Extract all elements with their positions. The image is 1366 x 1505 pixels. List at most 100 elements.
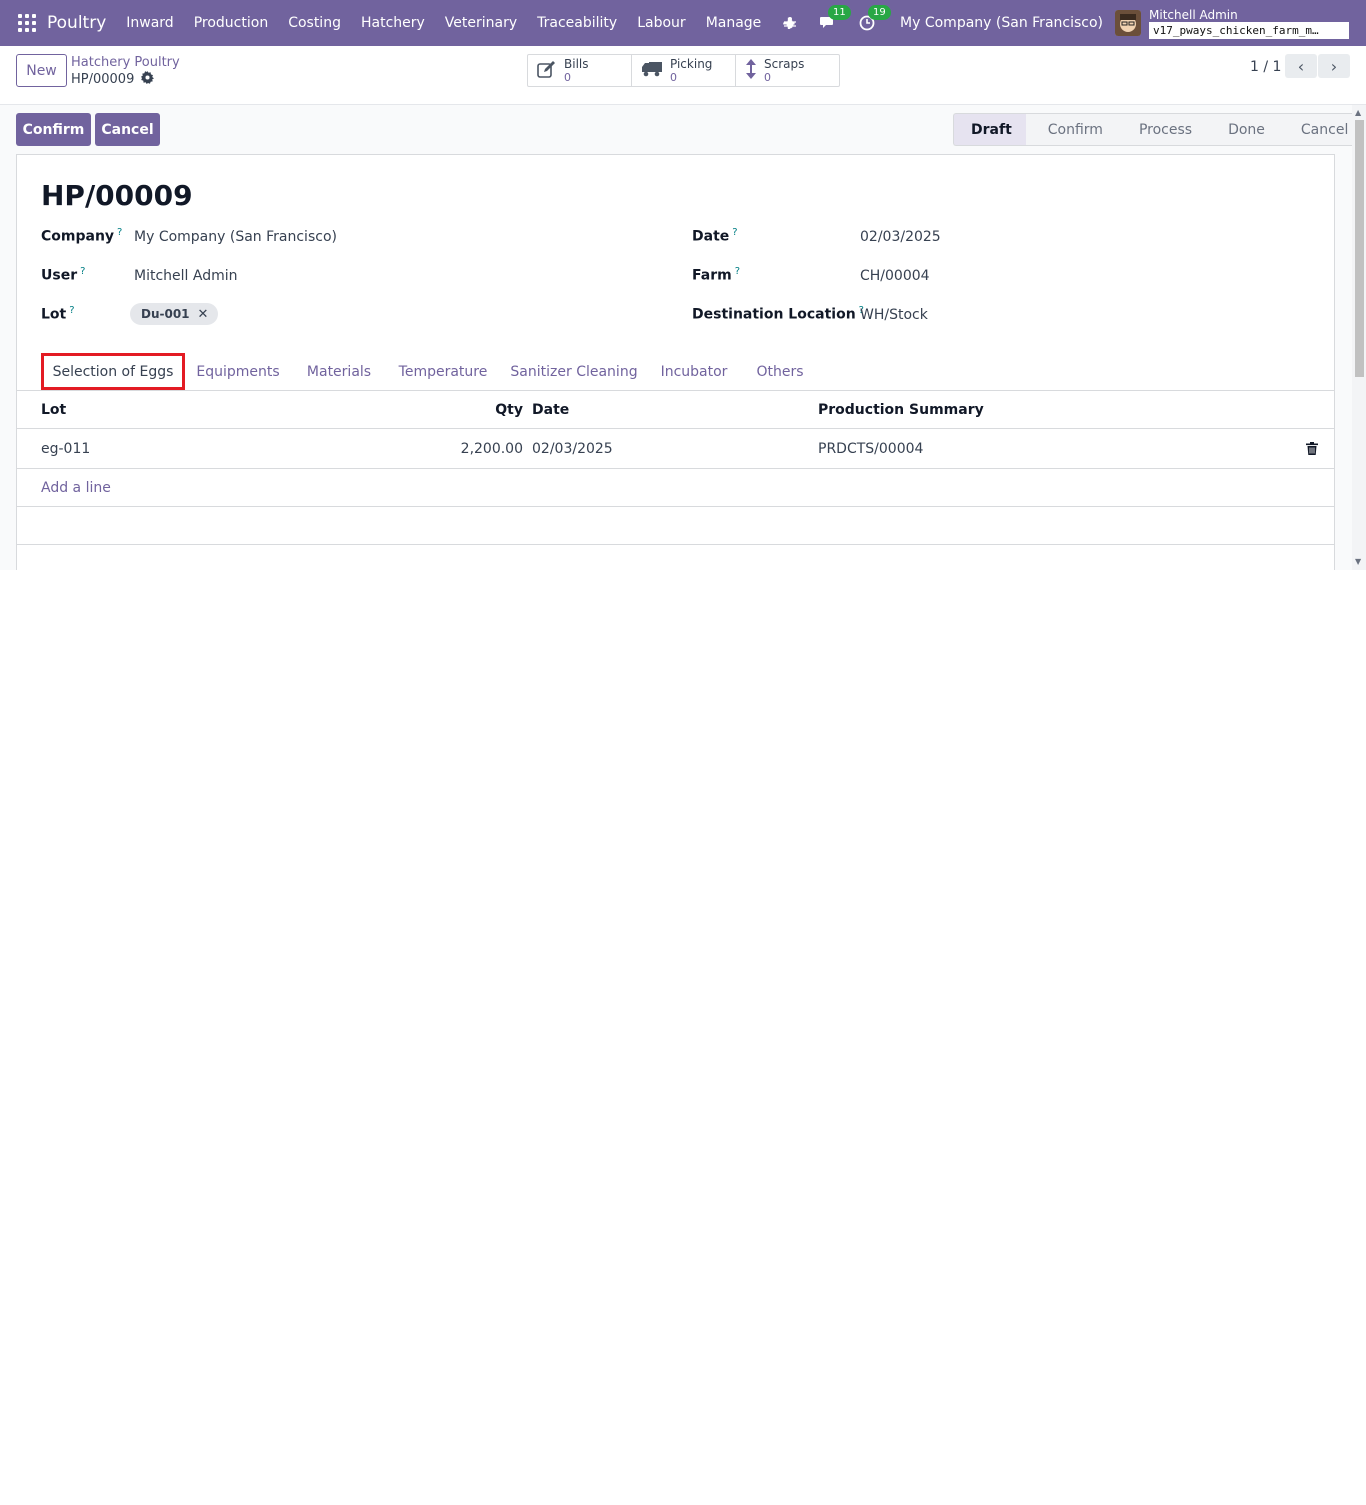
farm-label: Farm? (692, 266, 740, 284)
column-header-production-summary[interactable]: Production Summary (818, 391, 984, 428)
scraps-smart-button[interactable]: Scraps 0 (736, 55, 839, 86)
vertical-scrollbar[interactable]: ▲ ▼ (1352, 105, 1366, 570)
menu-production[interactable]: Production (184, 15, 278, 31)
status-bar: Draft Confirm Process Done Cancel (953, 113, 1366, 146)
status-process[interactable]: Process (1116, 113, 1207, 146)
cell-production-summary[interactable]: PRDCTS/00004 (818, 429, 923, 468)
smart-buttons: Bills 0 Picking 0 Scraps 0 (527, 54, 840, 87)
farm-field[interactable]: CH/00004 (860, 268, 930, 284)
arrows-vertical-icon (745, 58, 757, 83)
company-label: Company? (41, 227, 123, 245)
breadcrumb-current: HP/00009 (71, 71, 155, 88)
help-icon[interactable]: ? (117, 227, 122, 238)
menu-labour[interactable]: Labour (627, 15, 695, 31)
breadcrumb-hatchery-poultry[interactable]: Hatchery Poultry (71, 55, 180, 70)
bug-icon[interactable] (783, 16, 797, 30)
add-line-link[interactable]: Add a line (41, 480, 111, 496)
add-line-row: Add a line (17, 469, 1334, 507)
bills-count: 0 (564, 70, 571, 84)
control-panel: New Hatchery Poultry HP/00009 Bills 0 Pi… (0, 46, 1366, 105)
company-field[interactable]: My Company (San Francisco) (134, 229, 337, 245)
help-icon[interactable]: ? (735, 266, 740, 277)
date-label: Date? (692, 227, 738, 245)
new-button[interactable]: New (16, 54, 67, 87)
scraps-label: Scraps (764, 56, 805, 71)
cell-qty[interactable]: 2,200.00 (417, 429, 523, 468)
picking-smart-button[interactable]: Picking 0 (632, 55, 736, 86)
help-icon[interactable]: ? (69, 305, 74, 316)
lot-label: Lot? (41, 305, 75, 323)
tab-sanitizer-cleaning[interactable]: Sanitizer Cleaning (508, 353, 640, 390)
form-sheet: HP/00009 Company? My Company (San Franci… (16, 154, 1335, 570)
form-view: Confirm Cancel Draft Confirm Process Don… (0, 105, 1366, 570)
gear-icon[interactable] (141, 71, 155, 88)
tab-selection-of-eggs[interactable]: Selection of Eggs (41, 353, 185, 390)
bills-smart-button[interactable]: Bills 0 (528, 55, 632, 86)
menu-traceability[interactable]: Traceability (527, 15, 627, 31)
tab-incubator[interactable]: Incubator (657, 353, 731, 390)
navbar-systray: 11 19 My Company (San Francisco) Mitchel… (772, 0, 1366, 46)
help-icon[interactable]: ? (732, 227, 737, 238)
tab-temperature[interactable]: Temperature (395, 353, 491, 390)
pager-previous-button[interactable]: ‹ (1285, 54, 1317, 78)
destination-location-field[interactable]: WH/Stock (860, 307, 928, 323)
truck-icon (641, 61, 663, 81)
date-field[interactable]: 02/03/2025 (860, 229, 941, 245)
messages-icon[interactable]: 11 (819, 5, 851, 31)
tab-materials[interactable]: Materials (301, 353, 377, 390)
scroll-down-icon[interactable]: ▼ (1355, 557, 1361, 566)
cell-lot[interactable]: eg-011 (41, 429, 90, 468)
cell-date[interactable]: 02/03/2025 (532, 429, 613, 468)
database-name: v17_pways_chicken_farm_m… (1149, 21, 1349, 39)
menu-costing[interactable]: Costing (278, 15, 351, 31)
column-header-date[interactable]: Date (532, 391, 569, 428)
trash-icon[interactable] (1306, 429, 1318, 468)
user-name: Mitchell Admin (1149, 7, 1238, 22)
apps-menu-icon[interactable] (18, 14, 36, 32)
scraps-count: 0 (764, 70, 771, 84)
breadcrumb-record-name: HP/00009 (71, 72, 135, 87)
scroll-up-icon[interactable]: ▲ (1355, 108, 1361, 117)
activity-clock-icon[interactable]: 19 (859, 5, 891, 31)
lot-tag[interactable]: Du-001 ✕ (130, 303, 219, 325)
picking-count: 0 (670, 70, 677, 84)
table-row[interactable]: eg-011 2,200.00 02/03/2025 PRDCTS/00004 (17, 429, 1334, 469)
user-label: User? (41, 266, 86, 284)
pager-next-button[interactable]: › (1318, 54, 1350, 78)
cancel-button[interactable]: Cancel (95, 113, 160, 146)
company-switcher[interactable]: My Company (San Francisco) (900, 15, 1103, 31)
menu-veterinary[interactable]: Veterinary (435, 15, 527, 31)
status-confirm[interactable]: Confirm (1025, 113, 1117, 146)
remove-tag-icon[interactable]: ✕ (198, 307, 209, 322)
activities-count-badge: 19 (868, 5, 891, 20)
confirm-button[interactable]: Confirm (16, 113, 91, 146)
picking-label: Picking (670, 56, 713, 71)
pager-value[interactable]: 1 / 1 (1250, 59, 1281, 75)
tab-equipments[interactable]: Equipments (193, 353, 283, 390)
user-field[interactable]: Mitchell Admin (134, 268, 238, 284)
edit-icon (537, 60, 557, 82)
chevron-right-icon: › (1330, 56, 1338, 76)
user-menu[interactable]: Mitchell Admin v17_pways_chicken_farm_m… (1149, 3, 1349, 43)
bills-label: Bills (564, 56, 589, 71)
help-icon[interactable]: ? (80, 266, 85, 277)
column-header-lot[interactable]: Lot (41, 391, 66, 428)
destination-location-label: Destination Location? (692, 305, 864, 323)
user-avatar[interactable] (1115, 10, 1141, 36)
status-draft[interactable]: Draft (953, 113, 1026, 146)
menu-hatchery[interactable]: Hatchery (351, 15, 435, 31)
column-header-qty[interactable]: Qty (417, 391, 523, 428)
chevron-left-icon: ‹ (1297, 56, 1305, 76)
messages-count-badge: 11 (828, 5, 851, 20)
lot-tag-text: Du-001 (141, 307, 190, 321)
table-header: Lot Qty Date Production Summary (17, 391, 1334, 429)
menu-manage[interactable]: Manage (696, 15, 772, 31)
app-brand[interactable]: Poultry (47, 13, 106, 33)
top-navbar: Poultry Inward Production Costing Hatche… (0, 0, 1366, 46)
empty-table-row (17, 507, 1334, 545)
tab-others[interactable]: Others (750, 353, 810, 390)
status-done[interactable]: Done (1206, 113, 1279, 146)
menu-inward[interactable]: Inward (116, 15, 183, 31)
scroll-thumb[interactable] (1355, 120, 1364, 377)
notebook-tabs: Selection of Eggs Equipments Materials T… (17, 353, 1334, 391)
